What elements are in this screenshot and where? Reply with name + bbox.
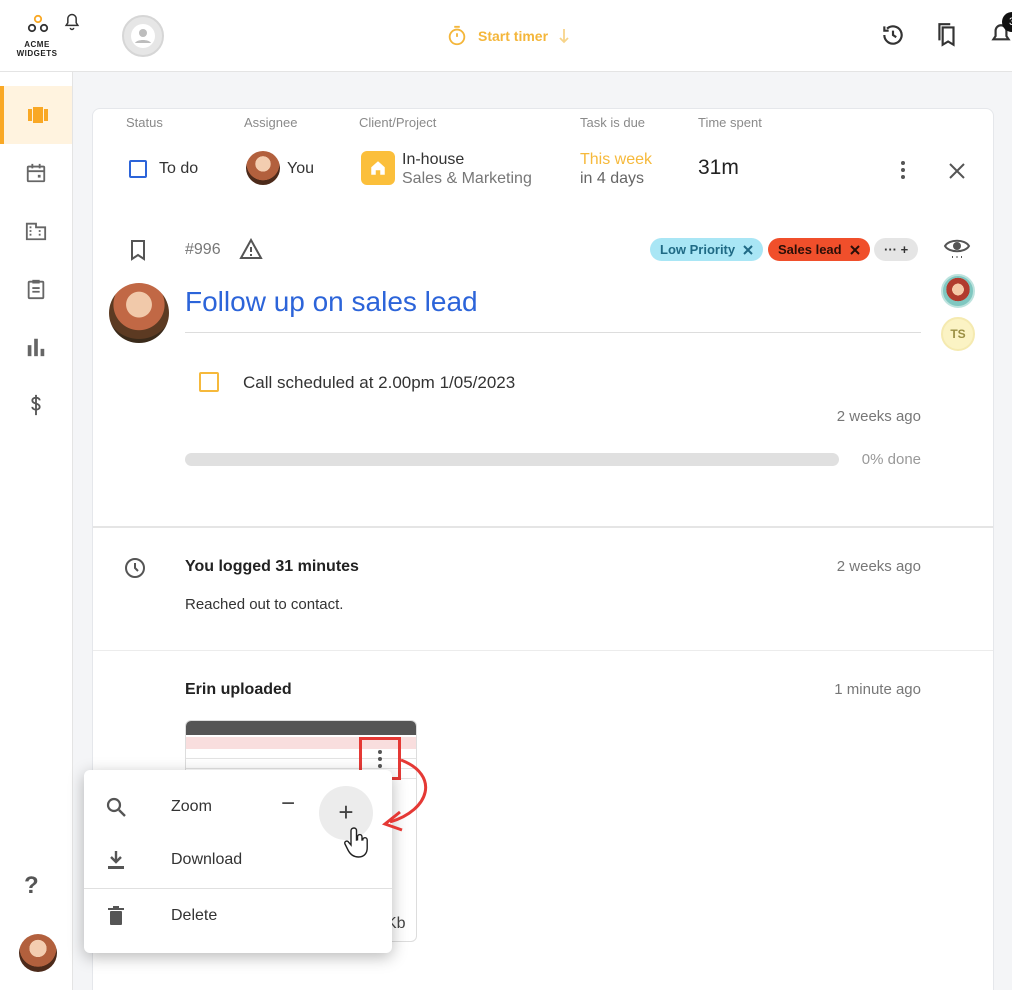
activity-text: Reached out to contact. bbox=[185, 596, 344, 613]
watcher-avatar[interactable] bbox=[941, 274, 975, 308]
tag-sales-lead[interactable]: Sales lead bbox=[768, 238, 870, 261]
dollar-icon bbox=[31, 394, 41, 416]
checklist-checkbox[interactable] bbox=[199, 372, 219, 392]
clipboard-icon bbox=[27, 279, 45, 300]
upload-title: Erin uploaded bbox=[185, 681, 292, 698]
zoom-label: Zoom bbox=[171, 798, 212, 815]
logo-text: ACME WIDGETS bbox=[10, 40, 64, 58]
sidebar: ? bbox=[0, 72, 73, 990]
progress-label: 0% done bbox=[861, 451, 921, 468]
client-name[interactable]: In-house bbox=[402, 151, 464, 169]
section-divider bbox=[93, 526, 993, 528]
progress-bar bbox=[185, 453, 839, 466]
trash-icon bbox=[108, 906, 124, 925]
stopwatch-icon bbox=[448, 25, 466, 46]
sidebar-user-avatar[interactable] bbox=[19, 934, 57, 972]
logo-line1: ACME bbox=[24, 40, 50, 49]
sidebar-item-clients[interactable] bbox=[0, 202, 72, 260]
eye-icon[interactable] bbox=[943, 235, 971, 261]
bar-chart-icon bbox=[27, 338, 45, 357]
search-icon bbox=[106, 797, 126, 817]
sidebar-item-reports[interactable] bbox=[0, 260, 72, 318]
clock-icon bbox=[125, 558, 145, 578]
start-timer-label: Start timer bbox=[478, 28, 549, 44]
history-icon[interactable] bbox=[880, 22, 906, 48]
upload-time: 1 minute ago bbox=[834, 681, 921, 698]
time-spent-label: Time spent bbox=[698, 115, 762, 130]
task-owner-avatar bbox=[109, 283, 169, 343]
checklist-item-text[interactable]: Call scheduled at 2.00pm 1/05/2023 bbox=[243, 373, 515, 393]
client-project-label: Client/Project bbox=[359, 115, 437, 130]
more-options-icon[interactable] bbox=[893, 159, 913, 181]
activity-divider bbox=[93, 650, 993, 651]
sidebar-item-tasks[interactable] bbox=[0, 86, 72, 144]
assignee-value[interactable]: You bbox=[287, 160, 314, 178]
calendar-icon bbox=[26, 163, 46, 183]
logo-line2: WIDGETS bbox=[16, 49, 58, 58]
delete-label: Delete bbox=[171, 907, 218, 924]
time-spent-value[interactable]: 31m bbox=[698, 156, 739, 180]
help-icon[interactable]: ? bbox=[24, 872, 39, 900]
bookmark-icon[interactable] bbox=[128, 239, 148, 261]
task-board-icon bbox=[28, 107, 48, 123]
assignee-label: Assignee bbox=[244, 115, 298, 130]
client-icon[interactable] bbox=[361, 151, 395, 185]
arrow-down-icon bbox=[559, 29, 569, 44]
remove-tag-icon[interactable] bbox=[743, 244, 753, 255]
tag-low-priority-label: Low Priority bbox=[660, 242, 736, 257]
add-tag-button[interactable]: ··· + bbox=[874, 238, 919, 261]
thumbnail-header bbox=[186, 721, 416, 735]
acme-logo[interactable]: ACME WIDGETS bbox=[10, 10, 64, 62]
user-avatar-placeholder[interactable] bbox=[122, 15, 164, 57]
person-icon bbox=[131, 24, 155, 48]
activity-time: 2 weeks ago bbox=[836, 558, 921, 575]
status-checkbox[interactable] bbox=[129, 160, 147, 178]
task-due-label: Task is due bbox=[580, 115, 646, 130]
due-primary[interactable]: This week bbox=[580, 151, 652, 169]
sidebar-item-analytics[interactable] bbox=[0, 318, 72, 376]
bookmarks-icon[interactable] bbox=[934, 22, 960, 48]
tag-low-priority[interactable]: Low Priority bbox=[650, 238, 764, 261]
task-title[interactable]: Follow up on sales lead bbox=[185, 286, 921, 333]
home-icon bbox=[371, 161, 385, 175]
status-label: Status bbox=[126, 115, 163, 130]
bell-icon[interactable] bbox=[62, 12, 82, 32]
checklist-item-time: 2 weeks ago bbox=[836, 408, 921, 425]
start-timer-button[interactable]: Start timer bbox=[446, 24, 570, 48]
top-bar: ACME WIDGETS Start timer 3 bbox=[0, 0, 1012, 72]
due-secondary: in 4 days bbox=[580, 170, 645, 187]
status-value[interactable]: To do bbox=[159, 160, 198, 178]
close-icon[interactable] bbox=[947, 161, 967, 181]
assignee-avatar[interactable] bbox=[246, 151, 280, 185]
remove-tag-icon[interactable] bbox=[849, 244, 860, 255]
download-icon bbox=[108, 851, 124, 869]
watcher-initials-avatar[interactable]: TS bbox=[941, 317, 975, 351]
menu-item-delete[interactable]: Delete bbox=[84, 889, 392, 943]
hand-cursor-icon bbox=[344, 827, 368, 858]
download-label: Download bbox=[171, 851, 243, 868]
tag-sales-lead-label: Sales lead bbox=[778, 242, 842, 257]
building-icon bbox=[25, 222, 47, 241]
attachment-context-menu: Zoom − + Download Delete bbox=[84, 770, 392, 953]
zoom-out-button[interactable]: − bbox=[281, 792, 303, 816]
project-name[interactable]: Sales & Marketing bbox=[402, 170, 532, 188]
warning-icon[interactable] bbox=[239, 238, 263, 260]
activity-title: You logged 31 minutes bbox=[185, 558, 359, 575]
sidebar-item-calendar[interactable] bbox=[0, 144, 72, 202]
sidebar-item-billing[interactable] bbox=[0, 376, 72, 434]
task-number: #996 bbox=[185, 241, 221, 258]
logo-rings-icon bbox=[27, 14, 49, 33]
